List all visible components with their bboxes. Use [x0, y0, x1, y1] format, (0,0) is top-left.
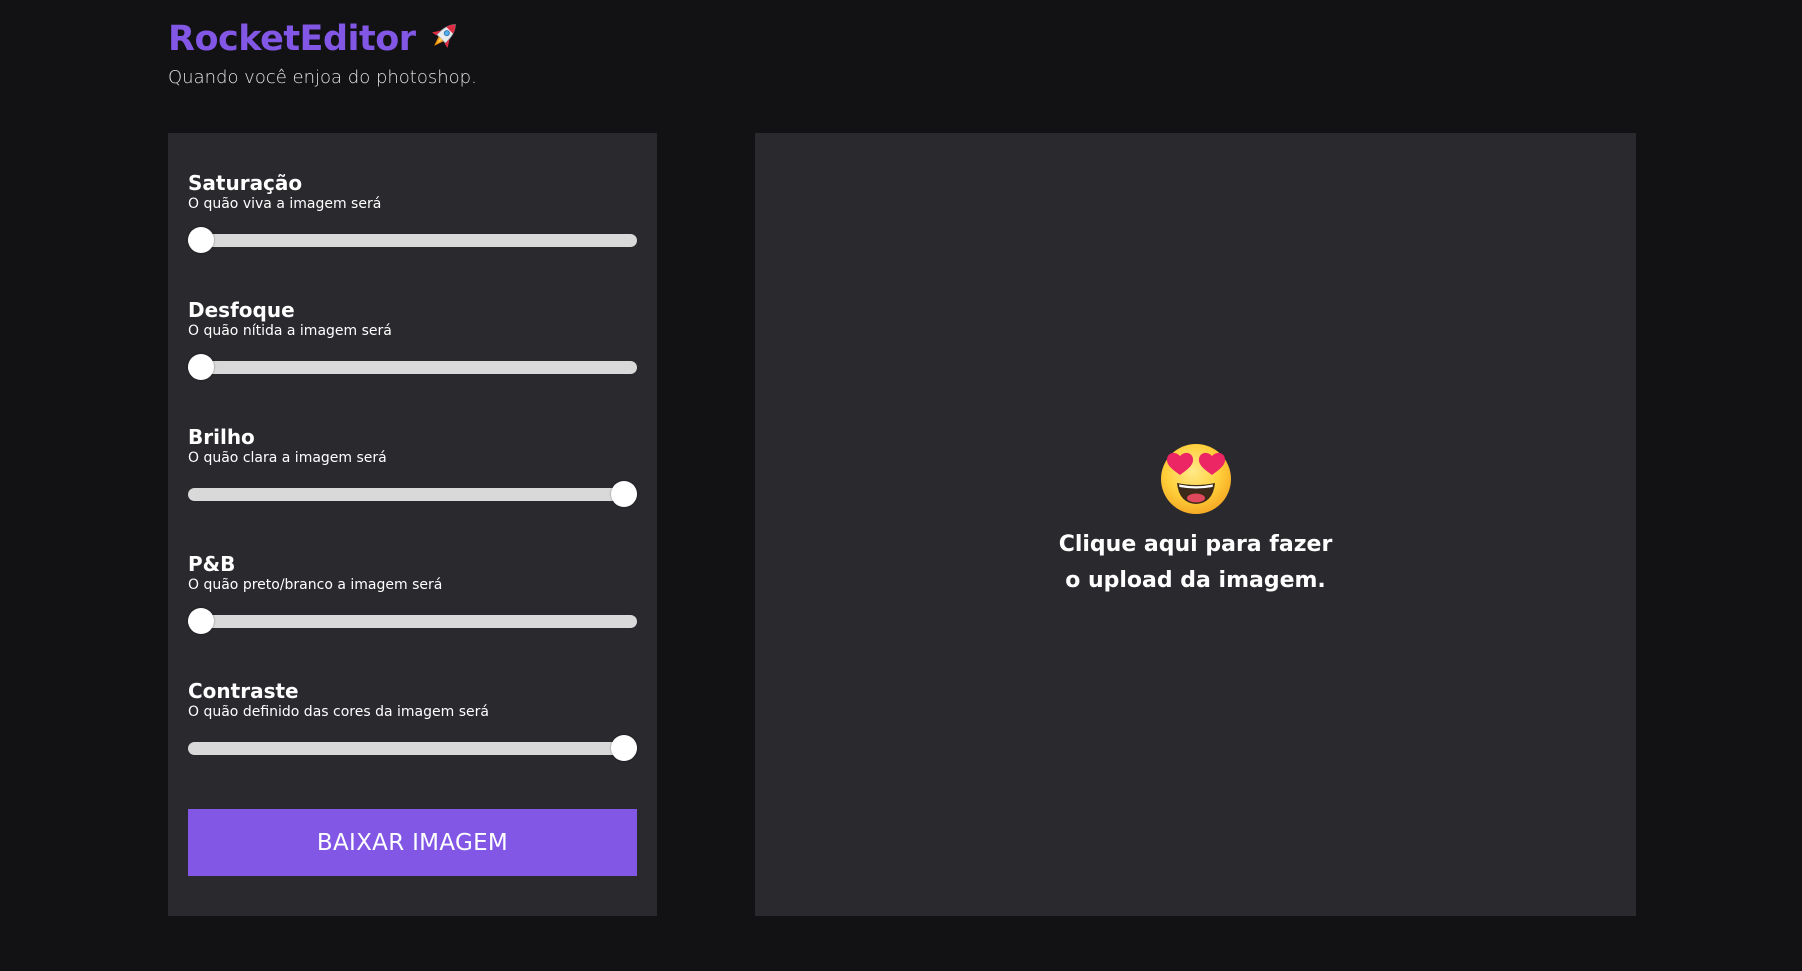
heart-eyes-emoji-icon — [1160, 443, 1231, 514]
control-contrast: Contraste O quão definido das cores da i… — [188, 679, 637, 761]
slider-track — [188, 361, 637, 374]
control-description: O quão definido das cores da imagem será — [188, 704, 489, 720]
saturation-slider[interactable] — [188, 227, 637, 253]
app-title-text: RocketEditor — [168, 19, 416, 59]
slider-track — [188, 234, 637, 247]
download-image-button[interactable]: BAIXAR IMAGEM — [188, 809, 637, 876]
blur-slider[interactable] — [188, 354, 637, 380]
upload-instructions[interactable]: Clique aqui para fazer o upload da image… — [1051, 527, 1341, 599]
rocket-icon — [431, 24, 456, 49]
control-saturation: Saturação O quão viva a imagem será — [188, 171, 637, 253]
app-subtitle: Quando você enjoa do photoshop. — [168, 67, 477, 88]
grayscale-slider[interactable] — [188, 608, 637, 634]
control-grayscale: P&B O quão preto/branco a imagem será — [188, 552, 637, 634]
control-label: P&B — [188, 552, 236, 576]
slider-track — [188, 742, 637, 755]
contrast-slider[interactable] — [188, 735, 637, 761]
slider-thumb[interactable] — [188, 354, 214, 380]
slider-track — [188, 615, 637, 628]
slider-thumb[interactable] — [611, 735, 637, 761]
control-description: O quão clara a imagem será — [188, 450, 387, 466]
control-label: Brilho — [188, 425, 255, 449]
image-preview-panel[interactable]: Clique aqui para fazer o upload da image… — [755, 133, 1636, 916]
header: RocketEditor Quando você enjoa do photos… — [168, 14, 477, 90]
brightness-slider[interactable] — [188, 481, 637, 507]
page: RocketEditor Quando você enjoa do photos… — [0, 0, 1802, 971]
control-blur: Desfoque O quão nítida a imagem será — [188, 298, 637, 380]
upload-area[interactable]: Clique aqui para fazer o upload da image… — [755, 133, 1636, 916]
control-label: Contraste — [188, 679, 299, 703]
slider-track — [188, 488, 637, 501]
slider-thumb[interactable] — [188, 227, 214, 253]
slider-thumb[interactable] — [188, 608, 214, 634]
slider-thumb[interactable] — [611, 481, 637, 507]
controls-panel: Saturação O quão viva a imagem será Desf… — [168, 133, 657, 916]
control-label: Desfoque — [188, 298, 295, 322]
control-brightness: Brilho O quão clara a imagem será — [188, 425, 637, 507]
control-description: O quão nítida a imagem será — [188, 323, 392, 339]
control-description: O quão viva a imagem será — [188, 196, 382, 212]
app-title: RocketEditor — [168, 14, 477, 64]
control-description: O quão preto/branco a imagem será — [188, 577, 443, 593]
control-label: Saturação — [188, 171, 303, 195]
